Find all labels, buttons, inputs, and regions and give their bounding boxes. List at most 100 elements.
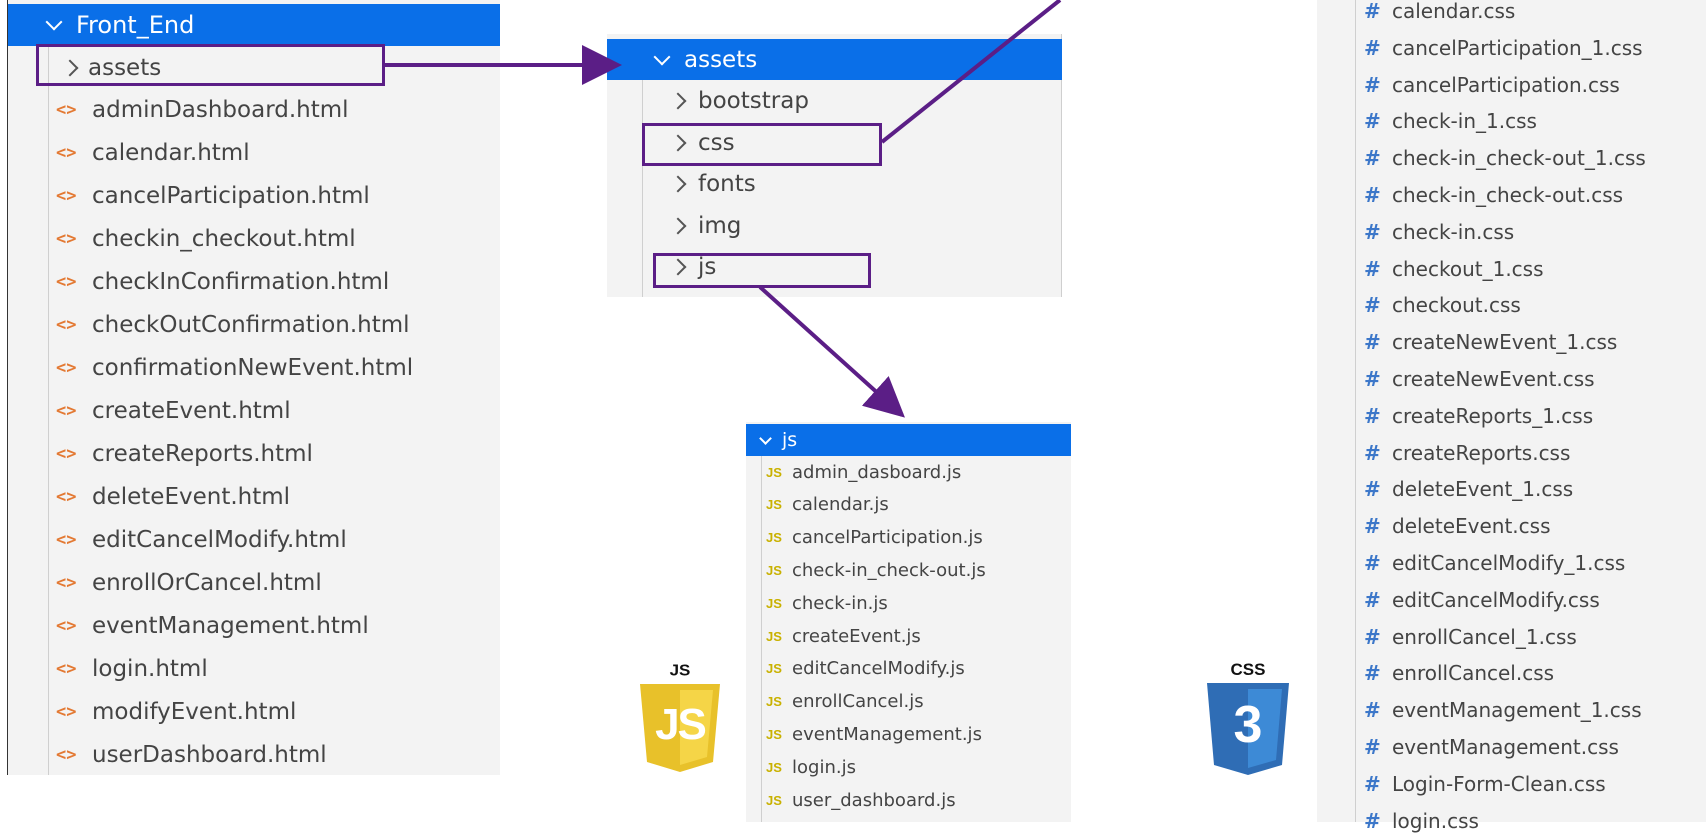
css-file-name: eventManagement.css: [1392, 735, 1619, 759]
css-file-row[interactable]: # cancelParticipation.css: [1364, 68, 1620, 102]
assets-indent-guide: [642, 80, 643, 297]
css-file-row[interactable]: # deleteEvent_1.css: [1364, 472, 1573, 506]
js-header-label: js: [782, 429, 798, 451]
html-file-row[interactable]: <> modifyEvent.html: [56, 692, 296, 732]
css-file-row[interactable]: # check-in_check-out.css: [1364, 178, 1623, 212]
js-file-row[interactable]: JS calendar.js: [766, 490, 889, 520]
js-file-row[interactable]: JS check-in_check-out.js: [766, 555, 986, 585]
css-file-name: checkout.css: [1392, 293, 1521, 318]
html-file-row[interactable]: <> deleteEvent.html: [56, 477, 290, 517]
html-file-row[interactable]: <> adminDashboard.html: [56, 90, 349, 130]
html-file-row[interactable]: <> cancelParticipation.html: [56, 176, 370, 216]
css-file-row[interactable]: # check-in_1.css: [1364, 104, 1537, 138]
js-file-row[interactable]: JS admin_dasboard.js: [766, 457, 961, 487]
front-end-folder-header[interactable]: Front_End: [8, 4, 500, 46]
css-file-row[interactable]: # editCancelModify_1.css: [1364, 546, 1625, 580]
js-highlight-box: [653, 253, 871, 288]
html-file-row[interactable]: <> enrollOrCancel.html: [56, 563, 322, 603]
html-file-name: eventManagement.html: [92, 613, 369, 639]
css-file-row[interactable]: # editCancelModify.css: [1364, 583, 1600, 617]
html-file-name: modifyEvent.html: [92, 699, 297, 725]
assets-subfolder-fonts[interactable]: fonts: [668, 165, 756, 203]
css-logo: CSS 3: [1207, 661, 1289, 776]
css-file-name: createReports_1.css: [1392, 403, 1594, 428]
assets-subfolder-bootstrap[interactable]: bootstrap: [668, 82, 809, 120]
css-file-row[interactable]: # eventManagement.css: [1364, 730, 1619, 764]
css-file-row[interactable]: # createReports.css: [1364, 436, 1570, 470]
chevron-right-icon: [669, 175, 687, 193]
js-folder-header[interactable]: js: [746, 424, 1071, 456]
css-file-row[interactable]: # check-in.css: [1364, 215, 1514, 249]
css-file-name: cancelParticipation.css: [1392, 72, 1620, 97]
css-file-row[interactable]: # eventManagement_1.css: [1364, 693, 1642, 727]
css-file-name: cancelParticipation_1.css: [1392, 35, 1643, 60]
html-file-row[interactable]: <> checkin_checkout.html: [56, 219, 356, 259]
css-file-name: createNewEvent_1.css: [1392, 330, 1618, 355]
css-file-row[interactable]: # Login-Form-Clean.css: [1364, 767, 1606, 801]
html-file-icon: <>: [56, 444, 77, 464]
css-file-icon: #: [1364, 219, 1381, 244]
css-file-row[interactable]: # cancelParticipation_1.css: [1364, 31, 1643, 65]
html-file-row[interactable]: <> confirmationNewEvent.html: [56, 348, 413, 388]
css-file-name: check-in_check-out_1.css: [1392, 146, 1646, 171]
css-file-row[interactable]: # check-in_check-out_1.css: [1364, 141, 1646, 175]
js-file-icon: JS: [766, 792, 782, 808]
js-file-icon: JS: [766, 694, 782, 710]
css-file-row[interactable]: # createNewEvent.css: [1364, 362, 1595, 396]
html-file-row[interactable]: <> createReports.html: [56, 434, 313, 474]
html-file-row[interactable]: <> calendar.html: [56, 133, 250, 173]
css-file-icon: #: [1364, 72, 1381, 97]
css-file-name: eventManagement_1.css: [1392, 698, 1642, 723]
css-file-row[interactable]: # createNewEvent_1.css: [1364, 325, 1617, 359]
html-file-icon: <>: [56, 745, 77, 765]
css-highlight-box: [642, 123, 882, 166]
html-file-name: login.html: [92, 656, 208, 682]
html-file-name: userDashboard.html: [92, 742, 327, 768]
js-file-row[interactable]: JS enrollCancel.js: [766, 687, 924, 717]
css-file-row[interactable]: # createReports_1.css: [1364, 399, 1593, 433]
html-file-row[interactable]: <> editCancelModify.html: [56, 520, 347, 560]
chevron-down-icon: [759, 431, 772, 445]
css-file-icon: #: [1364, 477, 1381, 502]
js-file-row[interactable]: JS user_dashboard.js: [766, 785, 956, 815]
css-file-icon: #: [1364, 661, 1381, 686]
js-file-row[interactable]: JS check-in.js: [766, 588, 888, 618]
html-file-icon: <>: [56, 315, 77, 335]
css-file-icon: #: [1364, 698, 1381, 723]
css-file-icon: #: [1364, 0, 1381, 23]
left-border-line: [7, 0, 8, 775]
css-file-row[interactable]: # deleteEvent.css: [1364, 509, 1551, 543]
css-indent-guide: [1355, 0, 1356, 822]
css-file-row[interactable]: # checkout_1.css: [1364, 252, 1544, 286]
html-file-icon: <>: [56, 702, 77, 722]
html-file-row[interactable]: <> userDashboard.html: [56, 735, 327, 775]
css-file-name: check-in.css: [1392, 219, 1515, 244]
js-file-name: check-in_check-out.js: [792, 559, 986, 581]
html-file-row[interactable]: <> eventManagement.html: [56, 606, 369, 646]
css-file-icon: #: [1364, 514, 1381, 539]
css-file-row[interactable]: # enrollCancel_1.css: [1364, 620, 1577, 654]
html-file-icon: <>: [56, 229, 77, 249]
js-file-row[interactable]: JS cancelParticipation.js: [766, 523, 983, 553]
js-file-row[interactable]: JS eventManagement.js: [766, 719, 982, 749]
js-file-row[interactable]: JS editCancelModify.js: [766, 654, 965, 684]
html-file-row[interactable]: <> checkOutConfirmation.html: [56, 305, 410, 345]
assets-subfolder-img[interactable]: img: [668, 207, 741, 245]
js-file-row[interactable]: JS login.js: [766, 752, 856, 782]
css-file-name: createNewEvent.css: [1392, 367, 1595, 391]
html-file-row[interactable]: <> checkInConfirmation.html: [56, 262, 389, 302]
html-file-name: checkin_checkout.html: [92, 226, 356, 252]
css-file-row[interactable]: # enrollCancel.css: [1364, 656, 1554, 690]
css-file-icon: #: [1364, 440, 1381, 465]
css-file-row[interactable]: # login.css: [1364, 804, 1479, 838]
css-file-row[interactable]: # calendar.css: [1364, 0, 1515, 28]
html-file-row[interactable]: <> login.html: [56, 649, 208, 689]
assets-folder-header[interactable]: assets: [607, 39, 1062, 80]
html-file-icon: <>: [56, 401, 77, 421]
html-file-row[interactable]: <> createEvent.html: [56, 391, 291, 431]
css-file-icon: #: [1364, 624, 1381, 649]
css-file-name: deleteEvent_1.css: [1392, 477, 1574, 502]
css-file-row[interactable]: # checkout.css: [1364, 288, 1521, 322]
js-file-name: cancelParticipation.js: [792, 527, 983, 549]
js-file-row[interactable]: JS createEvent.js: [766, 621, 921, 651]
